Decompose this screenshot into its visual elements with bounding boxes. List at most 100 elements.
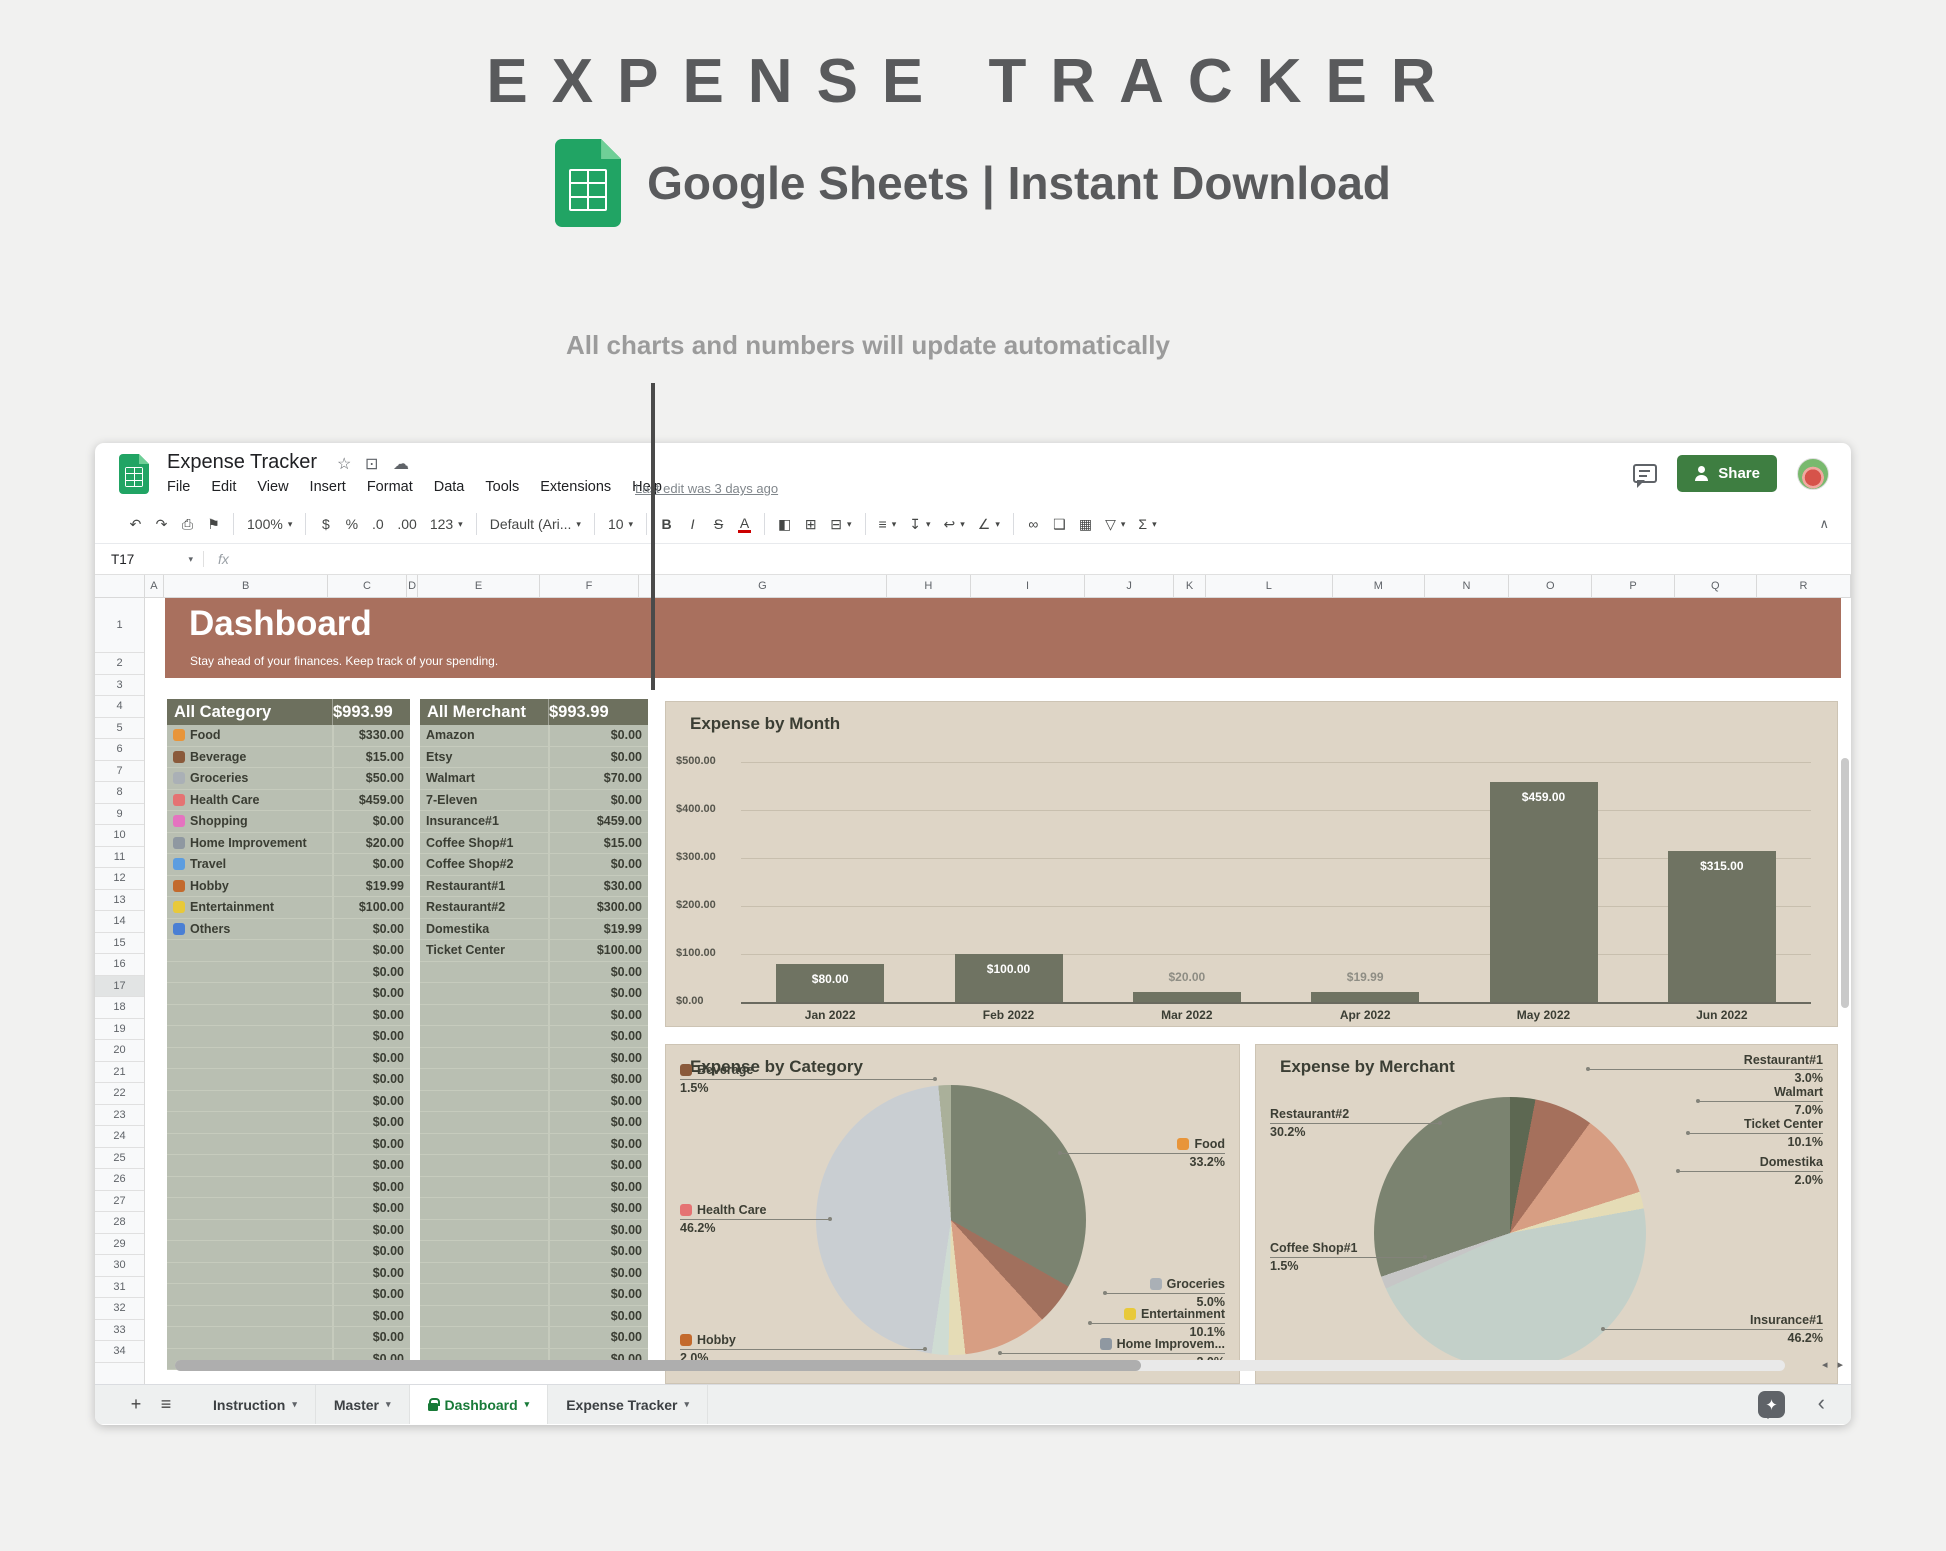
table-row-empty[interactable]: $0.00 — [167, 1069, 410, 1091]
table-row[interactable]: Beverage$15.00 — [167, 747, 410, 769]
column-header-O[interactable]: O — [1509, 575, 1592, 597]
column-header-L[interactable]: L — [1206, 575, 1333, 597]
more-formats-select[interactable]: 123▾ — [430, 516, 463, 532]
table-row[interactable]: Travel$0.00 — [167, 854, 410, 876]
last-edit-link[interactable]: Last edit was 3 days ago — [635, 481, 778, 496]
sheets-file-icon[interactable] — [119, 454, 149, 494]
undo-icon[interactable]: ↶ — [129, 516, 142, 533]
table-row-empty[interactable]: $0.00 — [420, 1177, 648, 1199]
table-row[interactable]: Restaurant#1$30.00 — [420, 876, 648, 898]
redo-icon[interactable]: ↷ — [155, 516, 168, 533]
table-row-empty[interactable]: $0.00 — [420, 1220, 648, 1242]
tab-expense-tracker[interactable]: Expense Tracker▾ — [548, 1385, 708, 1424]
menu-extensions[interactable]: Extensions — [540, 479, 611, 495]
column-header-P[interactable]: P — [1592, 575, 1674, 597]
table-row-empty[interactable]: $0.00 — [167, 1263, 410, 1285]
document-title[interactable]: Expense Tracker — [167, 451, 317, 474]
tab-caret-icon[interactable]: ▾ — [292, 1399, 297, 1410]
row-header-23[interactable]: 23 — [95, 1105, 144, 1127]
table-row-empty[interactable]: $0.00 — [420, 1005, 648, 1027]
table-row-empty[interactable]: $0.00 — [420, 1327, 648, 1349]
bar-May 2022[interactable] — [1490, 782, 1598, 1002]
column-header-C[interactable]: C — [328, 575, 407, 597]
collapse-toolbar-icon[interactable]: ∧ — [1819, 516, 1829, 532]
increase-decimal-icon[interactable]: .00 — [397, 516, 416, 532]
column-header-K[interactable]: K — [1174, 575, 1206, 597]
font-select[interactable]: Default (Ari...▾ — [490, 516, 581, 532]
table-row-empty[interactable]: $0.00 — [420, 1284, 648, 1306]
table-row-empty[interactable]: $0.00 — [420, 1069, 648, 1091]
table-row-empty[interactable]: $0.00 — [167, 1241, 410, 1263]
row-header-28[interactable]: 28 — [95, 1212, 144, 1234]
bar-Jun 2022[interactable] — [1668, 851, 1776, 1002]
scroll-left-icon[interactable]: ◂ — [1822, 1358, 1828, 1371]
row-header-33[interactable]: 33 — [95, 1320, 144, 1342]
borders-icon[interactable]: ⊞ — [804, 516, 817, 533]
zoom-select[interactable]: 100%▾ — [247, 516, 292, 532]
tab-caret-icon[interactable]: ▾ — [386, 1399, 391, 1410]
table-row[interactable]: Hobby$19.99 — [167, 876, 410, 898]
column-header-B[interactable]: B — [164, 575, 328, 597]
table-row-empty[interactable]: $0.00 — [420, 1198, 648, 1220]
row-header-11[interactable]: 11 — [95, 847, 144, 869]
row-header-32[interactable]: 32 — [95, 1298, 144, 1320]
sheet-area[interactable]: Dashboard Stay ahead of your finances. K… — [145, 598, 1851, 1384]
name-box-caret-icon[interactable]: ▾ — [188, 554, 193, 565]
table-row[interactable]: Health Care$459.00 — [167, 790, 410, 812]
table-row-empty[interactable]: $0.00 — [167, 1177, 410, 1199]
table-row-empty[interactable]: $0.00 — [167, 1005, 410, 1027]
percent-format-icon[interactable]: % — [345, 516, 358, 532]
vertical-scrollbar-thumb[interactable] — [1841, 758, 1849, 1008]
table-row[interactable]: Coffee Shop#2$0.00 — [420, 854, 648, 876]
table-row-empty[interactable]: $0.00 — [420, 1134, 648, 1156]
table-row-empty[interactable]: $0.00 — [420, 1155, 648, 1177]
table-row-empty[interactable]: $0.00 — [420, 1026, 648, 1048]
keep-notes-icon[interactable]: ✦ — [1758, 1391, 1785, 1418]
insert-comment-icon[interactable]: ❑ — [1053, 516, 1066, 533]
row-header-6[interactable]: 6 — [95, 739, 144, 761]
row-header-27[interactable]: 27 — [95, 1191, 144, 1213]
currency-format-icon[interactable]: $ — [319, 516, 332, 532]
text-wrap-icon[interactable]: ↩▾ — [944, 516, 965, 533]
account-avatar[interactable] — [1797, 458, 1829, 490]
horizontal-align-icon[interactable]: ≡▾ — [879, 516, 897, 532]
bold-icon[interactable]: B — [660, 516, 673, 532]
table-row[interactable]: Amazon$0.00 — [420, 725, 648, 747]
table-row-empty[interactable]: $0.00 — [167, 1327, 410, 1349]
italic-icon[interactable]: I — [686, 516, 699, 532]
print-icon[interactable]: ⎙ — [181, 516, 194, 533]
bar-Mar 2022[interactable] — [1133, 992, 1241, 1002]
star-icon[interactable]: ☆ — [337, 454, 351, 474]
table-row[interactable]: Shopping$0.00 — [167, 811, 410, 833]
bar-Apr 2022[interactable] — [1311, 992, 1419, 1002]
row-header-15[interactable]: 15 — [95, 933, 144, 955]
table-row[interactable]: Groceries$50.00 — [167, 768, 410, 790]
column-header-H[interactable]: H — [887, 575, 971, 597]
column-header-F[interactable]: F — [540, 575, 639, 597]
table-row[interactable]: Etsy$0.00 — [420, 747, 648, 769]
table-row-empty[interactable]: $0.00 — [167, 940, 410, 962]
table-row-empty[interactable]: $0.00 — [420, 983, 648, 1005]
horizontal-scrollbar[interactable] — [175, 1360, 1785, 1371]
column-header-N[interactable]: N — [1425, 575, 1509, 597]
table-row-empty[interactable]: $0.00 — [167, 1155, 410, 1177]
share-button[interactable]: Share — [1677, 455, 1777, 492]
table-row-empty[interactable]: $0.00 — [167, 1284, 410, 1306]
table-row-empty[interactable]: $0.00 — [167, 1306, 410, 1328]
table-row-empty[interactable]: $0.00 — [420, 1091, 648, 1113]
table-row[interactable]: Others$0.00 — [167, 919, 410, 941]
row-header-31[interactable]: 31 — [95, 1277, 144, 1299]
font-size-select[interactable]: 10▾ — [608, 516, 633, 532]
table-row[interactable]: Food$330.00 — [167, 725, 410, 747]
vertical-align-icon[interactable]: ↧▾ — [909, 516, 930, 533]
text-rotate-icon[interactable]: ∠▾ — [978, 516, 1000, 533]
row-header-2[interactable]: 2 — [95, 653, 144, 675]
table-row-empty[interactable]: $0.00 — [167, 1220, 410, 1242]
row-header-25[interactable]: 25 — [95, 1148, 144, 1170]
expense-by-category-chart[interactable]: Expense by Category Food33.2%Groceries5.… — [665, 1044, 1240, 1384]
row-header-10[interactable]: 10 — [95, 825, 144, 847]
table-row-empty[interactable]: $0.00 — [420, 1112, 648, 1134]
row-header-3[interactable]: 3 — [95, 675, 144, 697]
menu-insert[interactable]: Insert — [310, 479, 346, 495]
table-row[interactable]: Domestika$19.99 — [420, 919, 648, 941]
